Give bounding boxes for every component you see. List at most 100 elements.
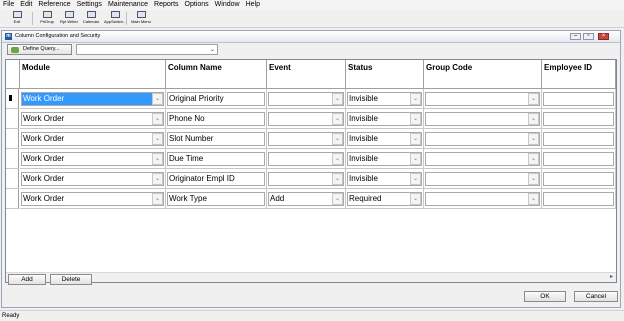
query-select[interactable]: ⌄ bbox=[76, 44, 218, 55]
chevron-down-icon[interactable]: ⌄ bbox=[152, 173, 163, 185]
employee-id-field[interactable] bbox=[543, 92, 614, 106]
module-select[interactable]: Work Order bbox=[21, 112, 164, 126]
column-header-status[interactable]: Status bbox=[346, 60, 424, 89]
column-header-event[interactable]: Event bbox=[267, 60, 346, 89]
chevron-down-icon[interactable]: ⌄ bbox=[528, 113, 539, 125]
column-name-field[interactable]: Due Time bbox=[167, 152, 265, 166]
close-icon[interactable]: × bbox=[598, 33, 609, 40]
chevron-down-icon[interactable]: ⌄ bbox=[528, 153, 539, 165]
menu-reports[interactable]: Reports bbox=[151, 0, 182, 10]
column-header-column-name[interactable]: Column Name bbox=[166, 60, 267, 89]
chevron-down-icon[interactable]: ⌄ bbox=[528, 133, 539, 145]
row-selector[interactable] bbox=[6, 129, 19, 149]
column-header-group-code[interactable]: Group Code bbox=[424, 60, 542, 89]
row-selector[interactable] bbox=[6, 109, 19, 129]
row-selector[interactable] bbox=[6, 169, 19, 189]
chevron-down-icon[interactable]: ⌄ bbox=[410, 153, 421, 165]
column-name-field[interactable]: Slot Number bbox=[167, 132, 265, 146]
chevron-down-icon[interactable]: ⌄ bbox=[152, 93, 163, 105]
chevron-down-icon[interactable]: ⌄ bbox=[332, 193, 343, 205]
group-code-select[interactable] bbox=[425, 112, 540, 126]
column-header-module[interactable]: Module bbox=[20, 60, 166, 89]
chevron-down-icon[interactable]: ⌄ bbox=[152, 193, 163, 205]
chevron-down-icon[interactable]: ⌄ bbox=[410, 133, 421, 145]
employee-id-field[interactable] bbox=[543, 192, 614, 206]
menu-maintenance[interactable]: Maintenance bbox=[105, 0, 151, 10]
column-name-field[interactable]: Original Priority bbox=[167, 92, 265, 106]
chevron-down-icon[interactable]: ⌄ bbox=[332, 133, 343, 145]
module-select[interactable]: Work Order bbox=[21, 192, 164, 206]
cancel-button[interactable]: Cancel bbox=[574, 291, 618, 302]
rpt-writer-button[interactable]: Rpt Writer bbox=[58, 11, 80, 26]
row-selector[interactable] bbox=[6, 89, 19, 109]
employee-id-field[interactable] bbox=[543, 112, 614, 126]
ok-button[interactable]: OK bbox=[524, 291, 566, 302]
column-name-field[interactable]: Phone No bbox=[167, 112, 265, 126]
prigrup-button[interactable]: PriGrup bbox=[36, 11, 58, 26]
menu-options[interactable]: Options bbox=[182, 0, 212, 10]
horizontal-scrollbar[interactable]: ◂ ▸ bbox=[6, 272, 616, 282]
chevron-down-icon[interactable]: ⌄ bbox=[528, 173, 539, 185]
calendar-button[interactable]: Calendar bbox=[80, 11, 102, 26]
menu-file[interactable]: File bbox=[0, 0, 17, 10]
employee-id-field[interactable] bbox=[543, 152, 614, 166]
delete-button[interactable]: Delete bbox=[50, 274, 92, 285]
report-writer-icon bbox=[64, 11, 74, 18]
chevron-down-icon[interactable]: ⌄ bbox=[152, 133, 163, 145]
restore-icon[interactable]: ▫ bbox=[583, 33, 594, 40]
menu-window[interactable]: Window bbox=[212, 0, 243, 10]
employee-id-field[interactable] bbox=[543, 172, 614, 186]
menu-settings[interactable]: Settings bbox=[74, 0, 105, 10]
chevron-down-icon[interactable]: ⌄ bbox=[528, 193, 539, 205]
menu-edit[interactable]: Edit bbox=[17, 0, 35, 10]
app-switch-label: AppSwitch... bbox=[104, 19, 127, 24]
group-code-select[interactable] bbox=[425, 152, 540, 166]
table-cell-column-name: Original Priority bbox=[166, 89, 267, 109]
group-code-select[interactable] bbox=[425, 92, 540, 106]
chevron-down-icon[interactable]: ⌄ bbox=[528, 93, 539, 105]
current-row-indicator-icon bbox=[9, 95, 12, 101]
column-name-field[interactable]: Work Type bbox=[167, 192, 265, 206]
app-switch-button[interactable]: AppSwitch... bbox=[104, 11, 126, 26]
scroll-right-icon[interactable]: ▸ bbox=[607, 273, 616, 282]
define-query-label: Define Query... bbox=[23, 46, 60, 52]
chevron-down-icon[interactable]: ⌄ bbox=[410, 93, 421, 105]
row-selector[interactable] bbox=[6, 189, 19, 209]
group-code-select[interactable] bbox=[425, 172, 540, 186]
group-code-select[interactable] bbox=[425, 132, 540, 146]
chevron-down-icon[interactable]: ⌄ bbox=[332, 173, 343, 185]
chevron-down-icon[interactable]: ⌄ bbox=[332, 93, 343, 105]
column-header-employee-id[interactable]: Employee ID bbox=[542, 60, 616, 89]
define-query-button[interactable]: Define Query... bbox=[7, 44, 72, 55]
menu-help[interactable]: Help bbox=[243, 0, 263, 10]
main-menu-icon bbox=[136, 11, 146, 18]
table-cell-event: ⌄ bbox=[267, 89, 346, 109]
window-titlebar: m Column Configuration and Security – ▫ … bbox=[2, 31, 620, 43]
chevron-down-icon[interactable]: ⌄ bbox=[152, 153, 163, 165]
column-name-field[interactable]: Originator Empl ID bbox=[167, 172, 265, 186]
chevron-down-icon[interactable]: ⌄ bbox=[152, 113, 163, 125]
group-code-select[interactable] bbox=[425, 192, 540, 206]
main-menu-button[interactable]: Main Menu bbox=[130, 11, 152, 26]
minimize-icon[interactable]: – bbox=[570, 33, 581, 40]
chevron-down-icon[interactable]: ⌄ bbox=[410, 173, 421, 185]
add-button[interactable]: Add bbox=[8, 274, 46, 285]
table-cell-status: Invisible ⌄ bbox=[346, 129, 424, 149]
menu-reference[interactable]: Reference bbox=[35, 0, 73, 10]
chevron-down-icon[interactable]: ⌄ bbox=[332, 153, 343, 165]
module-select[interactable]: Work Order bbox=[21, 132, 164, 146]
employee-id-field[interactable] bbox=[543, 132, 614, 146]
module-select[interactable]: Work Order bbox=[21, 152, 164, 166]
row-selector[interactable] bbox=[6, 149, 19, 169]
table-cell-group-code: ⌄ bbox=[424, 149, 542, 169]
exit-button[interactable]: Exit bbox=[6, 11, 28, 26]
query-filter-row: Define Query... ⌄ bbox=[2, 43, 620, 57]
chevron-down-icon[interactable]: ⌄ bbox=[332, 113, 343, 125]
table-cell-event: ⌄ bbox=[267, 169, 346, 189]
module-select[interactable]: Work Order bbox=[21, 92, 164, 106]
ok-button-label: OK bbox=[540, 293, 550, 300]
module-select[interactable]: Work Order bbox=[21, 172, 164, 186]
table-cell-status: Invisible ⌄ bbox=[346, 169, 424, 189]
chevron-down-icon[interactable]: ⌄ bbox=[410, 193, 421, 205]
chevron-down-icon[interactable]: ⌄ bbox=[410, 113, 421, 125]
